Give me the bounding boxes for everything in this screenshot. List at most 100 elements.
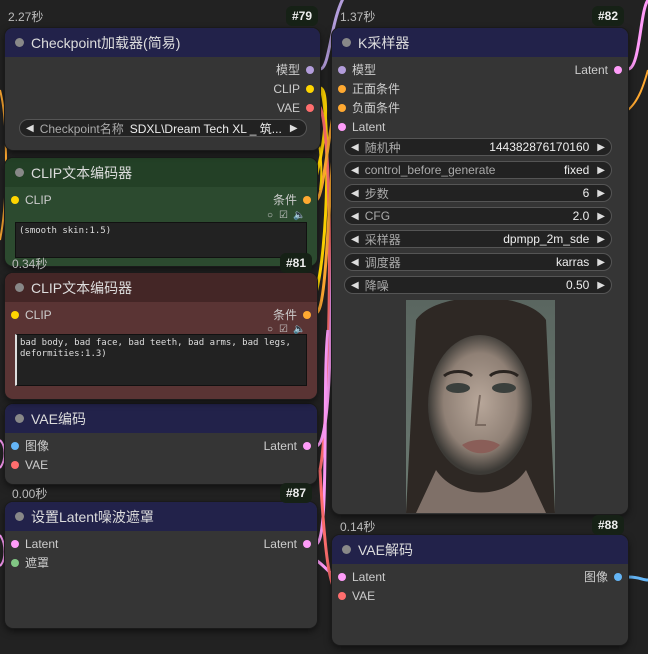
input-clip[interactable]: CLIP [5,191,52,209]
input-socket[interactable] [11,559,19,567]
prompt-textarea[interactable]: (smooth skin:1.5) [15,222,307,258]
input-negative[interactable]: 负面条件 [332,99,400,117]
input-image[interactable]: 图像 [5,437,49,455]
widget-value: fixed [563,163,590,177]
node-title-bar[interactable]: VAE编码 [5,404,317,433]
set-latent-noise-mask-node[interactable]: 设置Latent噪波遮罩 Latent 遮罩 Latent [5,502,317,628]
output-latent[interactable]: Latent [575,61,628,79]
input-socket[interactable] [11,540,19,548]
node-id-badge: #87 [280,483,313,503]
input-socket[interactable] [338,123,346,131]
clip-text-encode-negative-node[interactable]: CLIP文本编码器 CLIP 条件 ○ ☑ 🔈 bad body, bad fa… [5,273,317,399]
arrow-left-icon[interactable]: ◀ [351,234,359,245]
input-socket[interactable] [11,196,19,204]
output-socket[interactable] [306,104,314,112]
node-title-bar[interactable]: VAE解码 [332,535,628,564]
output-conditioning[interactable]: 条件 [273,306,317,324]
input-label: VAE [352,589,376,603]
arrow-right-icon[interactable]: ▶ [597,257,605,268]
input-socket[interactable] [11,461,19,469]
seed-widget[interactable]: ◀ 随机种 144382876170160 ▶ [344,138,612,156]
speaker-icon[interactable]: 🔈 [293,210,305,221]
node-canvas[interactable]: 2.27秒 #79 Checkpoint加载器(简易) 模型 CLIP VAE … [0,0,648,654]
collapse-dot[interactable] [15,283,24,292]
node-title-bar[interactable]: Checkpoint加载器(简易) [5,28,320,57]
clip-text-encode-positive-node[interactable]: CLIP文本编码器 CLIP 条件 ○ ☑ 🔈 (smooth skin:1.5… [5,158,317,266]
arrow-right-icon[interactable]: ▶ [597,165,605,176]
sampler-widget[interactable]: ◀ 采样器 dpmpp_2m_sde ▶ [344,230,612,248]
input-latent[interactable]: Latent [332,118,385,136]
vae-encode-node[interactable]: VAE编码 图像 VAE Latent [5,404,317,484]
input-clip[interactable]: CLIP [5,306,52,324]
output-label: Latent [263,537,297,551]
node-title-bar[interactable]: 设置Latent噪波遮罩 [5,502,317,531]
input-socket[interactable] [338,573,346,581]
output-latent[interactable]: Latent [264,437,317,455]
output-socket[interactable] [614,66,622,74]
circle-icon[interactable]: ○ [267,210,273,221]
input-socket[interactable] [338,66,346,74]
arrow-left-icon[interactable]: ◀ [351,211,359,222]
output-latent[interactable]: Latent [264,535,317,553]
vae-decode-node[interactable]: VAE解码 Latent VAE 图像 [332,535,628,645]
node-title-bar[interactable]: K采样器 [332,28,628,57]
arrow-left-icon[interactable]: ◀ [351,188,359,199]
input-model[interactable]: 模型 [332,61,376,79]
arrow-right-icon[interactable]: ▶ [597,188,605,199]
denoise-widget[interactable]: ◀ 降噪 0.50 ▶ [344,276,612,294]
prompt-textarea[interactable]: bad body, bad face, bad teeth, bad arms,… [15,334,307,386]
output-image[interactable]: 图像 [584,568,628,586]
checkpoint-loader-node[interactable]: Checkpoint加载器(简易) 模型 CLIP VAE ◀ Checkpoin… [5,28,320,150]
arrow-left-icon[interactable]: ◀ [351,257,359,268]
arrow-left-icon[interactable]: ◀ [351,142,359,153]
arrow-right-icon[interactable]: ▶ [597,280,605,291]
ksampler-node[interactable]: K采样器 模型 正面条件 负面条件 Latent Latent ◀ 随机种 1443… [332,28,628,514]
output-vae[interactable]: VAE [277,99,320,117]
output-socket[interactable] [306,66,314,74]
output-socket[interactable] [614,573,622,581]
input-socket[interactable] [11,442,19,450]
output-socket[interactable] [303,540,311,548]
collapse-dot[interactable] [342,38,351,47]
input-mask[interactable]: 遮罩 [5,554,49,572]
node-title-bar[interactable]: CLIP文本编码器 [5,273,317,302]
input-socket[interactable] [11,311,19,319]
output-socket[interactable] [303,442,311,450]
input-socket[interactable] [338,85,346,93]
arrow-right-icon[interactable]: ▶ [597,211,605,222]
collapse-dot[interactable] [15,168,24,177]
output-model[interactable]: 模型 [276,61,320,79]
collapse-dot[interactable] [15,414,24,423]
arrow-left-icon[interactable]: ◀ [351,280,359,291]
steps-widget[interactable]: ◀ 步数 6 ▶ [344,184,612,202]
checkpoint-name-combo[interactable]: ◀ Checkpoint名称 SDXL\Dream Tech XL _ 筑... ▶ [19,119,307,137]
arrow-right-icon[interactable]: ▶ [290,123,298,134]
input-latent[interactable]: Latent [5,535,58,553]
scheduler-widget[interactable]: ◀ 调度器 karras ▶ [344,253,612,271]
output-socket[interactable] [303,311,311,319]
node-id-badge: #82 [592,6,625,26]
arrow-right-icon[interactable]: ▶ [597,142,605,153]
collapse-dot[interactable] [342,545,351,554]
input-latent[interactable]: Latent [332,568,385,586]
output-conditioning[interactable]: 条件 [273,191,317,209]
exec-time: 0.00秒 [12,487,48,501]
input-vae[interactable]: VAE [5,456,48,474]
output-socket[interactable] [306,85,314,93]
node-title-bar[interactable]: CLIP文本编码器 [5,158,317,187]
arrow-left-icon[interactable]: ◀ [351,165,359,176]
arrow-right-icon[interactable]: ▶ [597,234,605,245]
collapse-dot[interactable] [15,38,24,47]
checkbox-icon[interactable]: ☑ [279,210,288,221]
control-before-generate-widget[interactable]: ◀ control_before_generate fixed ▶ [344,161,612,179]
cfg-widget[interactable]: ◀ CFG 2.0 ▶ [344,207,612,225]
input-positive[interactable]: 正面条件 [332,80,400,98]
widget-value: dpmpp_2m_sde [503,232,590,246]
arrow-left-icon[interactable]: ◀ [26,123,34,134]
output-clip[interactable]: CLIP [273,80,320,98]
input-socket[interactable] [338,592,346,600]
input-socket[interactable] [338,104,346,112]
input-vae[interactable]: VAE [332,587,375,605]
output-socket[interactable] [303,196,311,204]
collapse-dot[interactable] [15,512,24,521]
